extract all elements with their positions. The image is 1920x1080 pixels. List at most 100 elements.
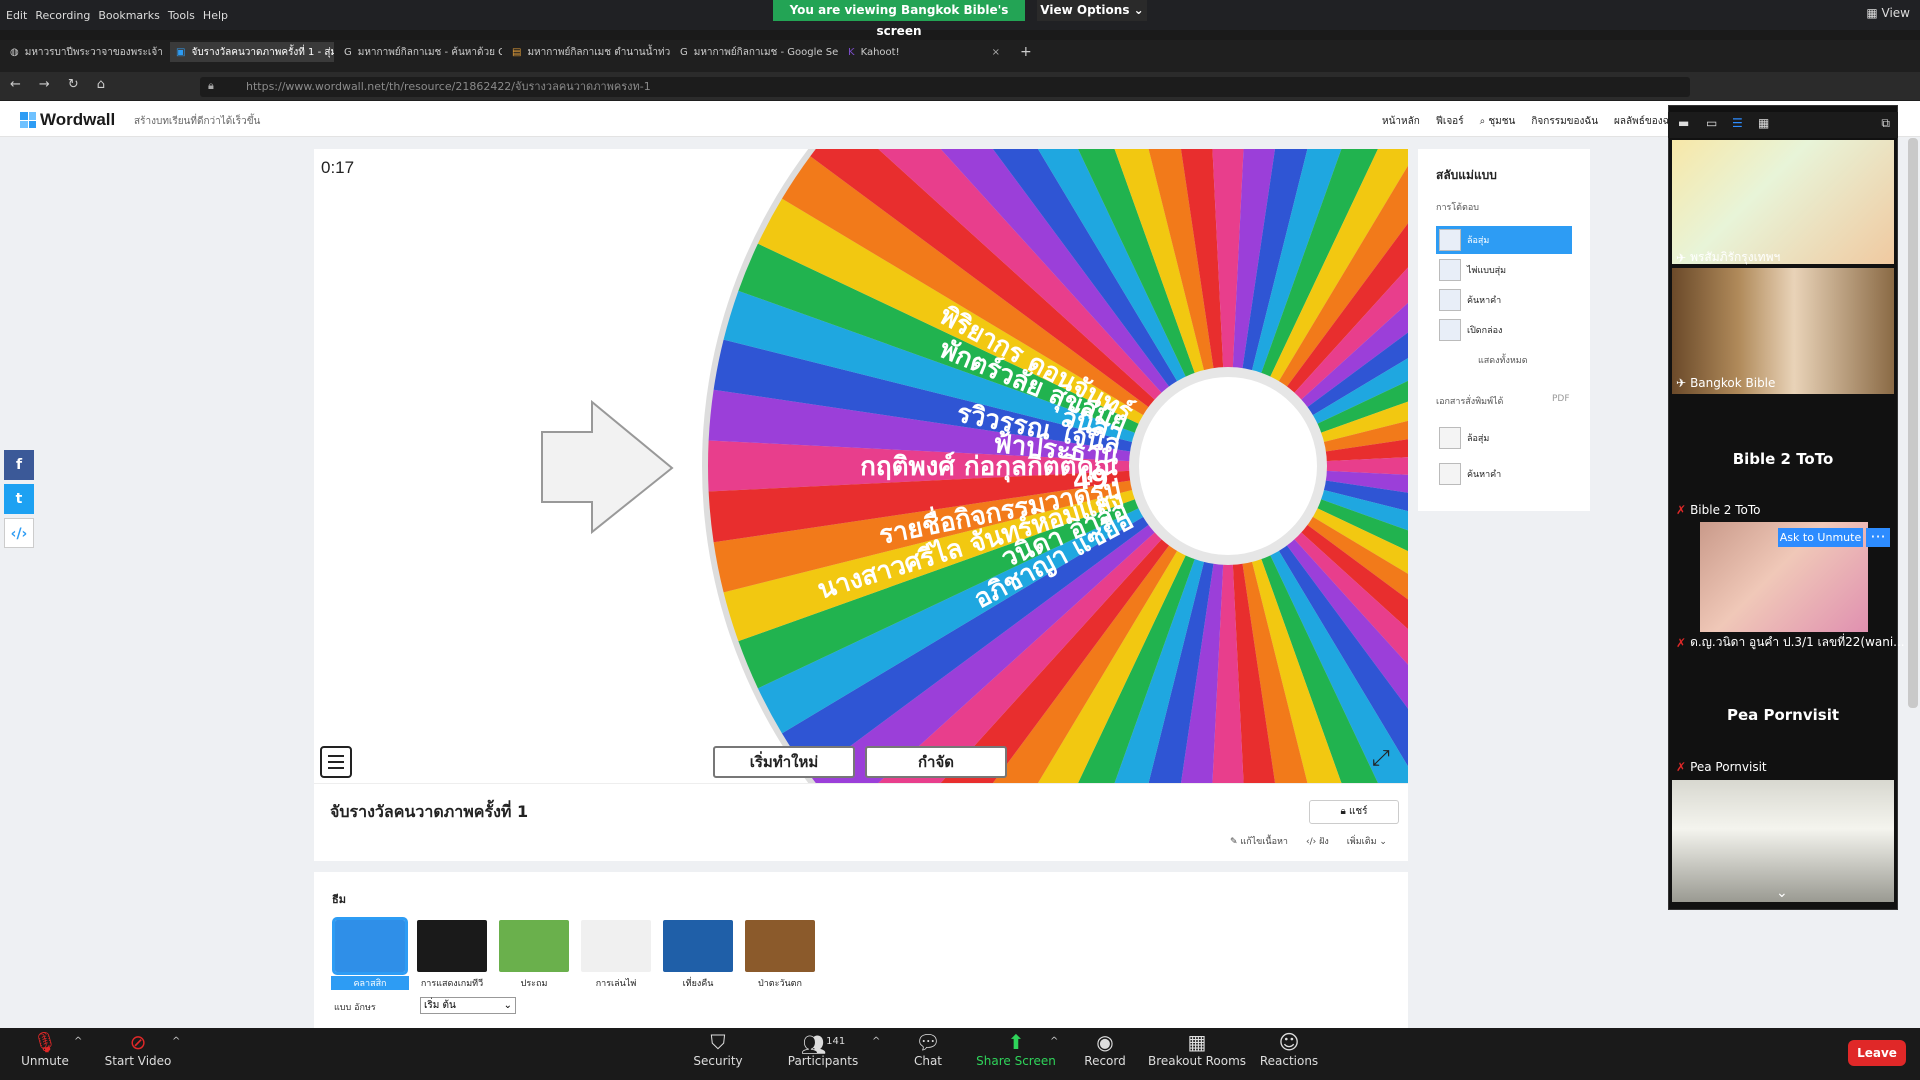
theme-option[interactable]: ประถม [495,920,573,990]
forward-icon[interactable]: → [39,77,50,92]
view-options-button[interactable]: View Options ⌄ [1037,0,1147,21]
page-scrollbar[interactable] [1908,138,1918,708]
twitter-icon[interactable]: t [4,484,34,514]
theme-label: คลาสสิก [331,976,409,990]
record-button[interactable]: ◉ Record [1055,1030,1155,1068]
scroll-down-icon[interactable]: ⌄ [1776,885,1788,901]
theme-option[interactable]: การเล่นไพ่ [577,920,655,990]
wordwall-logo-icon [20,112,36,128]
menu-bookmarks[interactable]: Bookmarks [98,9,159,22]
gallery-grid-icon[interactable]: ▦ [1758,116,1769,130]
font-select[interactable]: เริ่ม ต้น ⌄ [420,997,516,1014]
home-icon[interactable]: ⌂ [97,77,105,92]
reactions-label: Reactions [1259,1054,1319,1068]
restart-button[interactable]: เริ่มทำใหม่ [713,746,855,778]
tile-label: ✗ Bible 2 ToTo [1676,503,1761,517]
leave-button[interactable]: Leave [1848,1040,1906,1066]
chevron-up-icon[interactable]: ^ [172,1036,180,1047]
edit-content-link[interactable]: ✎ แก้ไขเนื้อหา [1230,834,1288,848]
browser-tab-active[interactable]: ▣จับรางวัลคนวาดภาพครั้งที่ 1 - สุ่มว× [170,42,334,62]
theme-option[interactable]: เที่ยงคืน [659,920,737,990]
menu-edit[interactable]: Edit [6,9,27,22]
record-icon: ◉ [1096,1030,1114,1054]
chevron-up-icon[interactable]: ^ [74,1036,82,1047]
url-field[interactable]: https://www.wordwall.net/th/resource/218… [200,77,1690,97]
theme-option[interactable]: คลาสสิก [331,917,409,990]
font-select-value: เริ่ม ต้น [424,1000,456,1011]
tab-label: มหากาพย์กิลกาเมช ตำนานน้ำท่วม [527,46,670,58]
reload-icon[interactable]: ↻ [68,77,79,92]
embed-icon[interactable]: ‹/› [4,518,34,548]
theme-option[interactable]: การแสดงเกมทีวี [413,920,491,990]
wordwall-nav: หน้าหลัก ฟีเจอร์ ⌕ ชุมชน กิจกรรมของฉัน ผ… [1382,114,1669,129]
new-tab-button[interactable]: + [1020,44,1032,60]
theme-thumbnail [332,917,408,975]
template-option[interactable]: เปิดกล่อง [1436,316,1572,344]
theme-label: ป่าตะวันตก [758,979,802,989]
speaker-view-icon[interactable]: ☰ [1732,116,1743,130]
close-tab-icon[interactable]: × [992,47,1006,58]
printable-label: ค้นหาคำ [1467,470,1502,480]
template-option[interactable]: ไพ่แบบสุ่ม [1436,256,1572,284]
popout-icon[interactable]: ⧉ [1881,116,1890,131]
minimize-icon[interactable]: ▬ [1678,116,1689,130]
menu-tools[interactable]: Tools [168,9,195,22]
facebook-icon[interactable]: f [4,450,34,480]
boxes-icon [1439,319,1461,341]
video-tile-classroom[interactable] [1672,780,1894,902]
breakout-rooms-button[interactable]: ▦ Breakout Rooms [1147,1030,1247,1068]
participant-name: ด.ญ.วนิดา อูนคำ ป.3/1 เลขที่22(wani... [1690,635,1905,649]
nav-community[interactable]: ⌕ ชุมชน [1480,114,1516,129]
video-tile-poster[interactable] [1672,140,1894,264]
browser-tab[interactable]: Gมหากาพย์กิลกาเมช - ค้นหาด้วย G× [338,42,502,62]
tab-label: มหากาพย์กิลกาเมช - ค้นหาด้วย G [357,46,502,58]
participants-label: Participants [787,1054,859,1068]
theme-option[interactable]: ป่าตะวันตก [741,920,819,990]
wheel-hub [1129,367,1327,565]
embed-link[interactable]: ‹/› ฝัง [1306,834,1329,848]
reactions-button[interactable]: ☺︎ Reactions [1239,1030,1339,1068]
wordwall-logo[interactable]: Wordwall [20,110,115,130]
more-label: เพิ่มเติม [1346,837,1377,847]
more-link[interactable]: เพิ่มเติม ⌄ [1347,834,1387,848]
menu-help[interactable]: Help [203,9,228,22]
nav-features[interactable]: ฟีเจอร์ [1436,114,1464,129]
muted-mic-icon: ✗ [1676,760,1687,774]
printable-option[interactable]: ค้นหาคำ [1436,460,1572,488]
browser-tab[interactable]: Gมหากาพย์กิลกาเมช - Google Sea× [674,42,838,62]
spin-wheel[interactable]: อภิชาญา แซ่ยือวนิดา อาจอนางสาวศรีไล จันท… [314,149,1408,783]
nav-community-label: ชุมชน [1488,116,1516,127]
eliminate-button[interactable]: กำจัด [865,746,1007,778]
unmute-label: Unmute [21,1054,69,1068]
template-option-selected[interactable]: ล้อสุ่ม [1436,226,1572,254]
strip-view-icon[interactable]: ▭ [1706,116,1717,130]
nav-home[interactable]: หน้าหลัก [1382,114,1420,129]
browser-tab[interactable]: K Kahoot! × [842,42,1006,62]
switch-template-title: สลับแม่แบบ [1436,168,1497,182]
share-label: แชร์ [1348,806,1368,817]
game-menu-button[interactable] [320,746,352,778]
show-all-link[interactable]: แสดงทั้งหมด [1478,353,1528,367]
fullscreen-icon[interactable]: ⤢ [1372,746,1390,771]
nav-my-activities[interactable]: กิจกรรมของฉัน [1531,114,1598,129]
security-label: Security [693,1054,743,1068]
printables-label: เอกสารสั่งพิมพ์ได้ [1436,397,1504,407]
nav-my-results[interactable]: ผลลัพธ์ของฉ [1614,114,1669,129]
chat-button[interactable]: 💬︎ Chat [878,1030,978,1068]
participants-button[interactable]: 👥︎141 Participants [773,1030,873,1068]
cards-icon [1439,259,1461,281]
security-button[interactable]: ⛉ Security [668,1030,768,1068]
start-video-label: Start Video [104,1054,172,1068]
back-icon[interactable]: ← [10,77,21,92]
browser-tab[interactable]: ◍มหาวรบาปีพระวาจาของพระเจ้า× [4,42,166,62]
view-button[interactable]: ▦ View [1866,6,1910,20]
participant-count: 141 [826,1036,846,1047]
ask-to-unmute-button[interactable]: Ask to Unmute [1778,528,1863,547]
menu-recording[interactable]: Recording [35,9,90,22]
printable-label: ล้อสุ่ม [1467,434,1490,444]
template-option[interactable]: ค้นหาคำ [1436,286,1572,314]
share-button[interactable]: 🔒︎ แชร์ [1309,800,1399,824]
browser-tab[interactable]: ▤มหากาพย์กิลกาเมช ตำนานน้ำท่วม× [506,42,670,62]
more-options-button[interactable]: ··· [1866,528,1890,547]
printable-option[interactable]: ล้อสุ่ม [1436,424,1572,452]
